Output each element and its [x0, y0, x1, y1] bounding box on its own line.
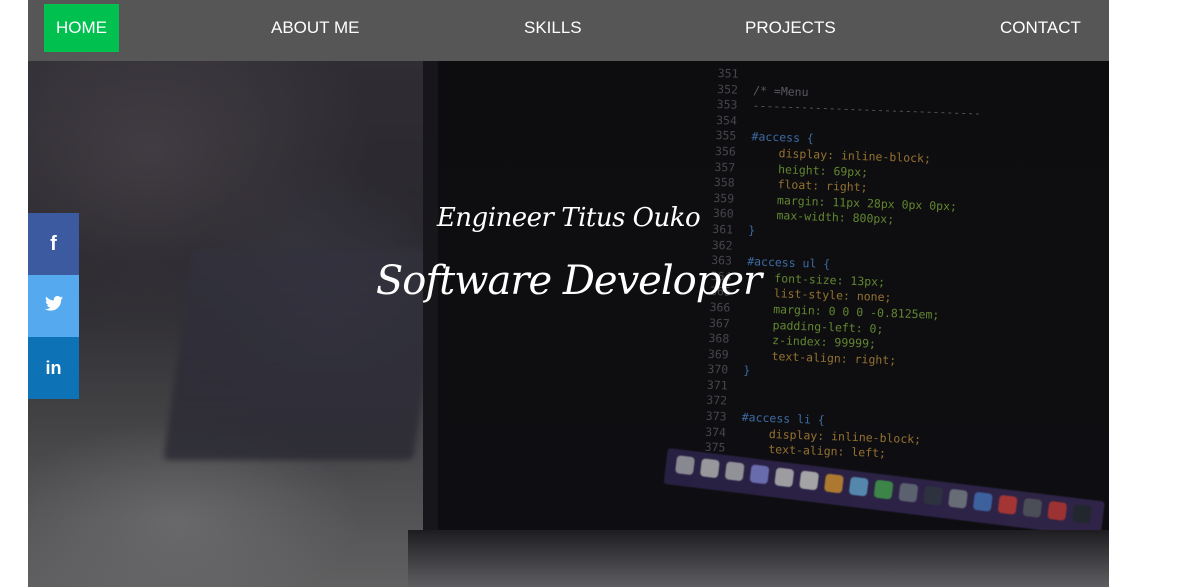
social-sidebar: f in [28, 213, 79, 399]
twitter-icon [44, 296, 63, 316]
hero-title: Software Developer [375, 258, 762, 304]
linkedin-icon: in [45, 357, 62, 378]
nav-about-me[interactable]: ABOUT ME [271, 0, 359, 61]
facebook-icon: f [50, 232, 57, 255]
facebook-button[interactable]: f [28, 213, 79, 275]
nav-home[interactable]: HOME [44, 4, 119, 52]
page: 351 352/* =Menu 353 -----------------------… [28, 0, 1109, 587]
linkedin-button[interactable]: in [28, 337, 79, 399]
top-navigation: HOME ABOUT ME SKILLS PROJECTS CONTACT [28, 0, 1109, 61]
nav-skills[interactable]: SKILLS [524, 0, 582, 61]
nav-projects[interactable]: PROJECTS [745, 0, 836, 61]
hero-subtitle: Engineer Titus Ouko [436, 203, 701, 233]
twitter-button[interactable] [28, 275, 79, 337]
nav-contact[interactable]: CONTACT [1000, 0, 1081, 61]
